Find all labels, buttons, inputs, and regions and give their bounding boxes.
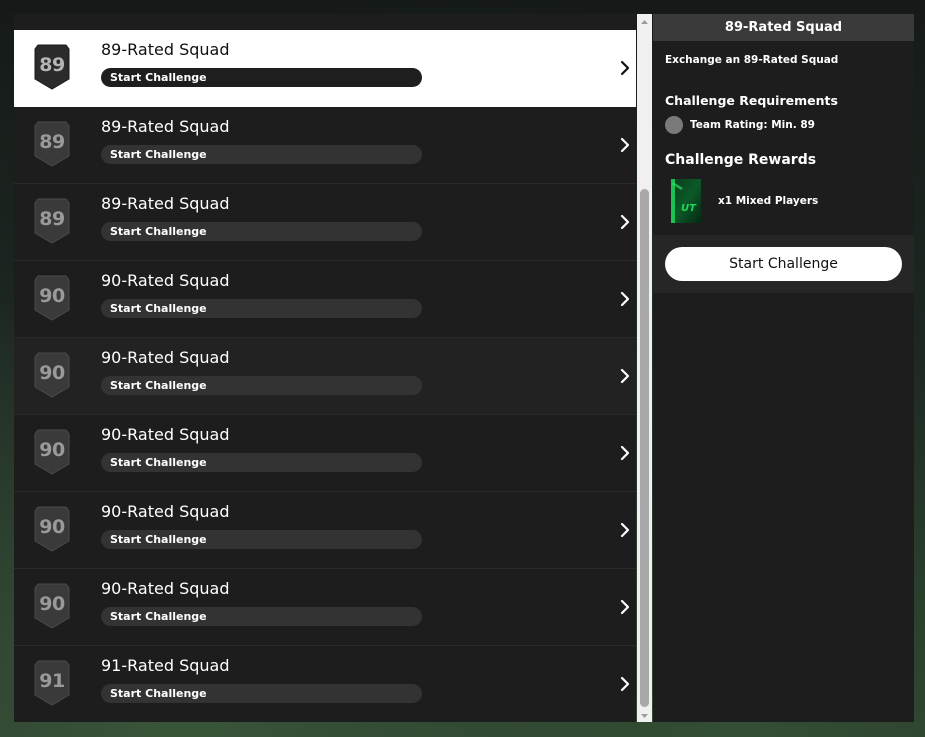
start-challenge-pill[interactable]: Start Challenge: [101, 453, 422, 472]
start-challenge-pill[interactable]: Start Challenge: [101, 299, 422, 318]
rating-number: 91: [39, 670, 65, 692]
challenge-row[interactable]: 89 89-Rated Squad Start Challenge: [14, 184, 636, 261]
rating-shield-icon: 90: [33, 351, 71, 399]
challenge-title: 90-Rated Squad: [101, 579, 230, 598]
challenge-rows: 89 89-Rated Squad Start Challenge 89 89-Rate…: [14, 30, 636, 722]
challenge-title: 89-Rated Squad: [101, 117, 230, 136]
challenge-title: 90-Rated Squad: [101, 425, 230, 444]
rating-shield-icon: 90: [33, 582, 71, 630]
rating-shield-icon: 90: [33, 428, 71, 476]
challenge-row[interactable]: 90 90-Rated Squad Start Challenge: [14, 415, 636, 492]
requirement-status-icon: [665, 116, 683, 134]
start-challenge-pill[interactable]: Start Challenge: [101, 222, 422, 241]
rating-shield-icon: 89: [33, 120, 71, 168]
chevron-right-icon[interactable]: [618, 676, 632, 692]
start-challenge-button[interactable]: Start Challenge: [665, 247, 902, 281]
scroll-down-arrow-icon[interactable]: [637, 708, 652, 722]
challenge-title: 91-Rated Squad: [101, 656, 230, 675]
chevron-right-icon[interactable]: [618, 522, 632, 538]
challenge-row[interactable]: 90 90-Rated Squad Start Challenge: [14, 338, 636, 415]
challenge-row[interactable]: 89 89-Rated Squad Start Challenge: [14, 30, 636, 107]
challenge-title: 90-Rated Squad: [101, 271, 230, 290]
chevron-right-icon[interactable]: [618, 291, 632, 307]
rating-number: 90: [39, 593, 65, 615]
detail-description: Exchange an 89-Rated Squad: [665, 54, 839, 66]
challenge-row[interactable]: 90 90-Rated Squad Start Challenge: [14, 569, 636, 646]
challenge-detail-panel: 89-Rated Squad Exchange an 89-Rated Squa…: [653, 14, 914, 722]
challenge-row[interactable]: 90 90-Rated Squad Start Challenge: [14, 261, 636, 338]
rating-shield-icon: 89: [33, 43, 71, 91]
rating-shield-icon: 89: [33, 197, 71, 245]
start-challenge-pill[interactable]: Start Challenge: [101, 530, 422, 549]
rating-number: 89: [39, 54, 65, 76]
detail-header-title: 89-Rated Squad: [653, 14, 914, 41]
rating-shield-icon: 90: [33, 274, 71, 322]
challenge-title: 89-Rated Squad: [101, 194, 230, 213]
chevron-right-icon[interactable]: [618, 214, 632, 230]
challenge-row[interactable]: 89 89-Rated Squad Start Challenge: [14, 107, 636, 184]
start-challenge-pill[interactable]: Start Challenge: [101, 376, 422, 395]
requirement-label: Team Rating: Min. 89: [690, 119, 815, 131]
chevron-right-icon[interactable]: [618, 60, 632, 76]
requirements-heading: Challenge Requirements: [665, 93, 838, 108]
reward-item: UT x1 Mixed Players: [669, 178, 818, 224]
scroll-thumb[interactable]: [640, 189, 649, 707]
start-challenge-pill[interactable]: Start Challenge: [101, 684, 422, 703]
challenge-list: 89 89-Rated Squad Start Challenge 89 89-Rate…: [14, 14, 636, 722]
rating-number: 89: [39, 131, 65, 153]
rating-number: 89: [39, 208, 65, 230]
chevron-right-icon[interactable]: [618, 137, 632, 153]
detail-action-bar: Start Challenge: [653, 235, 914, 293]
scroll-up-arrow-icon[interactable]: [637, 14, 652, 28]
challenge-row[interactable]: 90 90-Rated Squad Start Challenge: [14, 492, 636, 569]
reward-label: x1 Mixed Players: [718, 195, 819, 207]
start-challenge-pill[interactable]: Start Challenge: [101, 145, 422, 164]
ut-pack-icon: UT: [669, 178, 703, 224]
challenge-row[interactable]: 91 91-Rated Squad Start Challenge: [14, 646, 636, 722]
challenge-title: 89-Rated Squad: [101, 40, 230, 59]
rating-number: 90: [39, 516, 65, 538]
rating-number: 90: [39, 285, 65, 307]
start-challenge-pill[interactable]: Start Challenge: [101, 607, 422, 626]
rating-shield-icon: 91: [33, 659, 71, 707]
chevron-right-icon[interactable]: [618, 599, 632, 615]
list-top-spacer: [14, 14, 636, 30]
start-challenge-pill[interactable]: Start Challenge: [101, 68, 422, 87]
chevron-right-icon[interactable]: [618, 368, 632, 384]
pack-label: UT: [681, 203, 697, 214]
list-scrollbar[interactable]: [637, 14, 652, 722]
challenge-title: 90-Rated Squad: [101, 348, 230, 367]
requirement-item: Team Rating: Min. 89: [665, 116, 815, 134]
chevron-right-icon[interactable]: [618, 445, 632, 461]
rating-number: 90: [39, 362, 65, 384]
rating-shield-icon: 90: [33, 505, 71, 553]
rating-number: 90: [39, 439, 65, 461]
challenge-title: 90-Rated Squad: [101, 502, 230, 521]
rewards-heading: Challenge Rewards: [665, 152, 817, 168]
